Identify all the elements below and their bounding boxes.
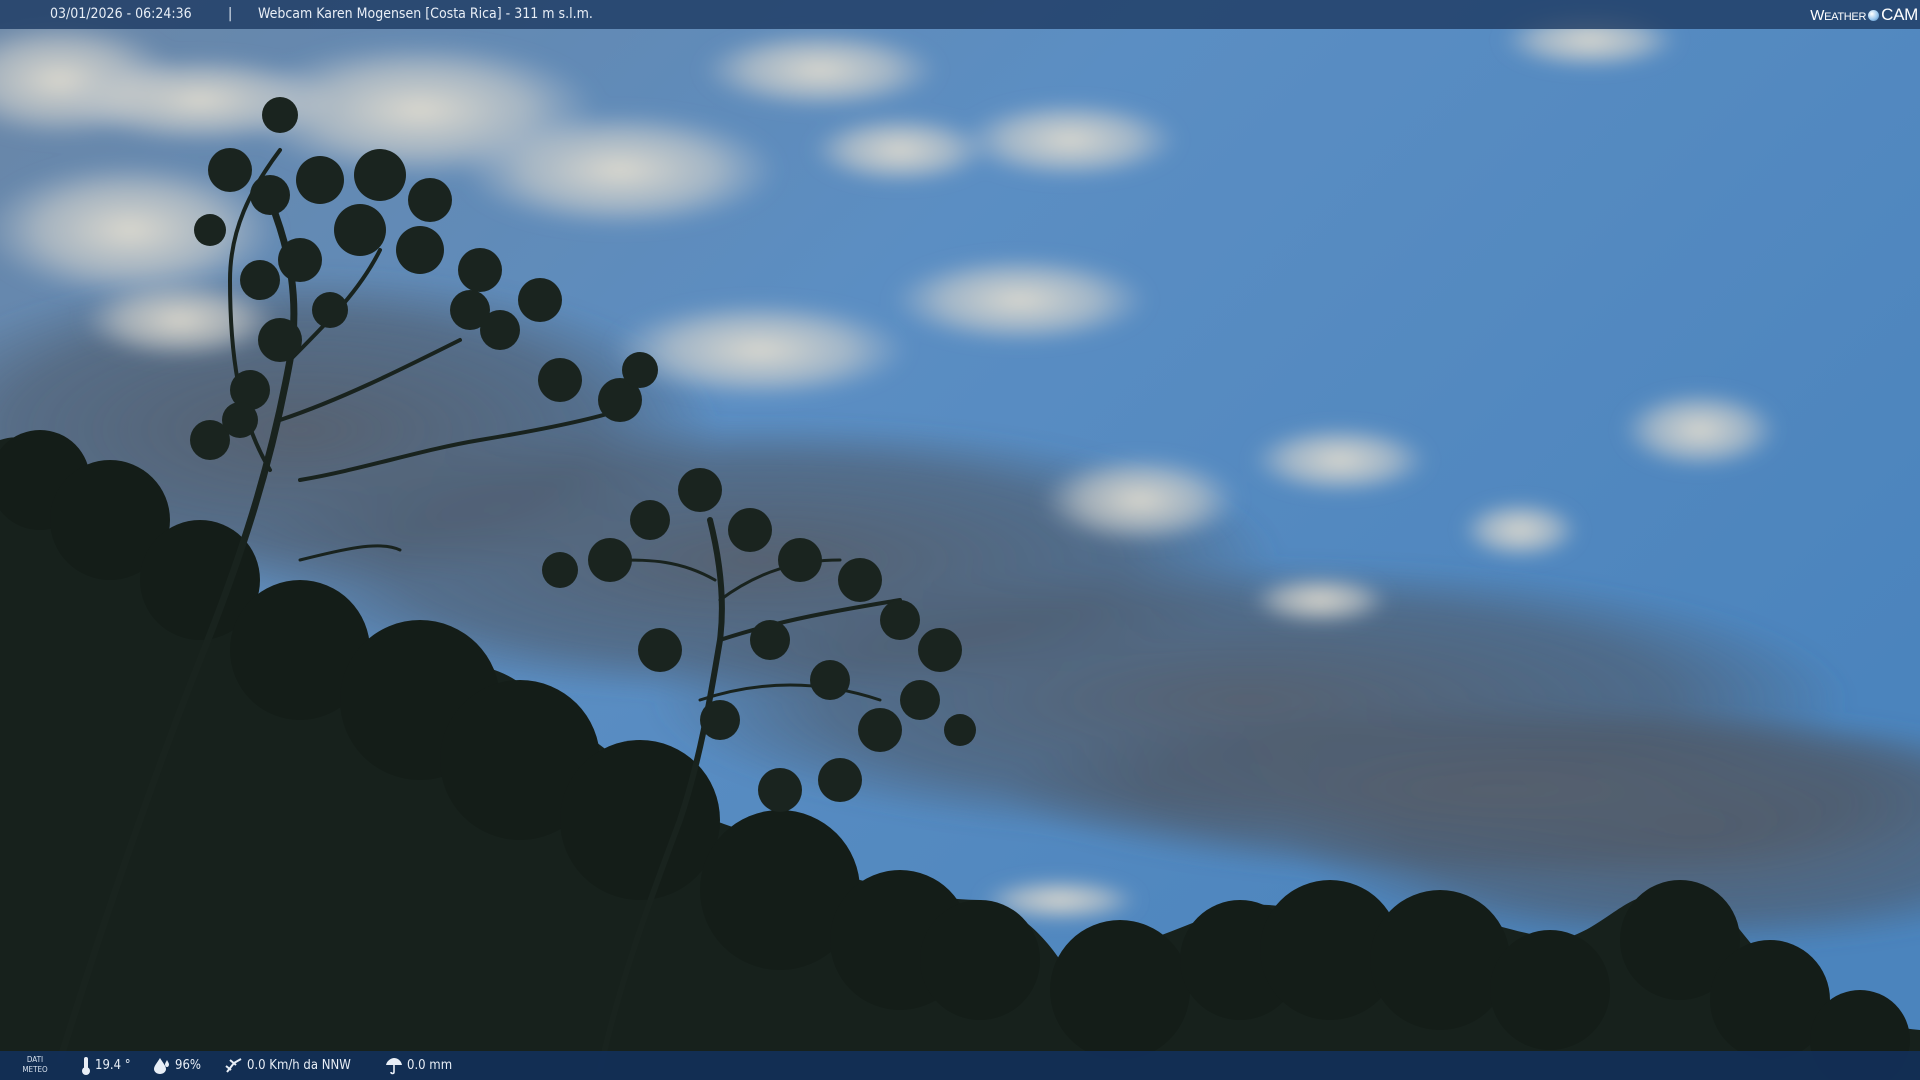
webcam-title: Webcam Karen Mogensen [Costa Rica] - 311… <box>258 6 593 22</box>
wind-value: 0.0 Km/h da NNW <box>247 1058 351 1073</box>
temperature-value: 19.4 ° <box>95 1058 131 1073</box>
rain-value: 0.0 mm <box>407 1058 453 1073</box>
wind-icon <box>225 1057 242 1073</box>
meteo-label-line1: DATI <box>26 1055 44 1064</box>
weathercam-logo[interactable]: Weather CAM <box>1810 0 1918 29</box>
logo-cam-text: CAM <box>1881 5 1918 24</box>
wind-reading: 0.0 Km/h da NNW <box>224 1051 351 1080</box>
temperature-reading: 19.4 ° <box>80 1051 131 1080</box>
meteo-bar: DATI METEO 19.4 ° 96% 0.0 Km/h da NNW 0.… <box>0 1051 1920 1080</box>
timestamp: 03/01/2026 - 06:24:36 <box>50 6 192 22</box>
logo-weather-text: Weather <box>1810 7 1867 24</box>
header-separator: | <box>228 6 233 22</box>
thermometer-icon <box>82 1056 90 1075</box>
meteo-label: DATI METEO <box>20 1055 50 1075</box>
webcam-image <box>0 0 1920 1080</box>
logo-globe-icon <box>1868 10 1880 21</box>
rain-reading: 0.0 mm <box>384 1051 452 1080</box>
humidity-drop-icon <box>154 1057 169 1074</box>
humidity-reading: 96% <box>152 1051 201 1080</box>
meteo-label-line2: METEO <box>22 1065 48 1074</box>
humidity-value: 96% <box>175 1058 201 1073</box>
rain-icon <box>386 1057 402 1074</box>
header-bar: 03/01/2026 - 06:24:36 | Webcam Karen Mog… <box>0 0 1920 29</box>
